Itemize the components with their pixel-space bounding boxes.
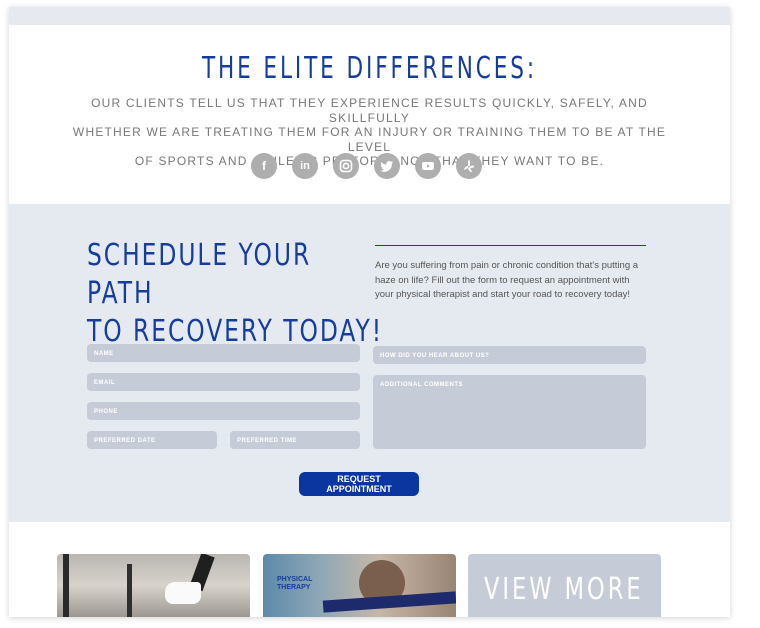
schedule-heading-line: SCHEDULE YOUR PATH [87,238,312,311]
linkedin-icon[interactable]: in [292,153,318,179]
request-appointment-button[interactable]: REQUEST APPOINTMENT [299,472,419,496]
page-card: THE ELITE DIFFERENCES: OUR CLIENTS TELL … [9,7,730,617]
preferred-time-field[interactable]: PREFERRED TIME [230,431,360,449]
schedule-section: SCHEDULE YOUR PATH TO RECOVERY TODAY! Ar… [9,204,730,522]
view-more-label: VIEW MORE [484,572,644,607]
physical-therapy-sign: PHYSICAL THERAPY [277,576,312,592]
divider-rule [375,245,646,246]
instagram-icon[interactable] [333,153,359,179]
section-title: THE ELITE DIFFERENCES: [201,51,538,86]
gallery-tile-physical-therapy[interactable]: PHYSICAL THERAPY [263,554,456,617]
sneaker-image-part [165,582,201,604]
subtitle-line: OUR CLIENTS TELL US THAT THEY EXPERIENCE… [91,96,648,125]
sign-line: THERAPY [277,584,311,591]
phone-field[interactable]: PHONE [87,402,360,420]
facebook-icon[interactable]: f [251,153,277,179]
name-field[interactable]: NAME [87,344,360,362]
schedule-description: Are you suffering from pain or chronic c… [375,260,639,300]
preferred-date-field[interactable]: PREFERRED DATE [87,431,217,449]
schedule-heading: SCHEDULE YOUR PATH TO RECOVERY TODAY! [87,237,383,351]
youtube-icon[interactable] [415,153,441,179]
youtube-glyph [422,162,434,170]
instagram-glyph [339,159,353,173]
linkedin-glyph: in [300,160,310,172]
social-links: f in [251,153,482,179]
gallery-section: PHYSICAL THERAPY VIEW MORE [9,522,730,617]
subtitle-line: WHETHER WE ARE TREATING THEM FOR AN INJU… [72,125,667,154]
facebook-glyph: f [262,159,266,173]
twitter-glyph [380,160,393,172]
yelp-glyph [463,160,475,173]
sign-line: PHYSICAL [277,576,313,583]
view-more-tile[interactable]: VIEW MORE [468,554,661,617]
yelp-icon[interactable] [456,153,482,179]
twitter-icon[interactable] [374,153,400,179]
comments-field[interactable]: ADDITIONAL COMMENTS [373,375,646,449]
email-field[interactable]: EMAIL [87,373,360,391]
gym-machine-image-part [63,554,69,617]
heard-about-field[interactable]: HOW DID YOU HEAR ABOUT US? [373,346,646,364]
gallery-tile-training[interactable] [57,554,250,617]
top-strip [9,7,730,25]
gym-machine-image-part [127,564,132,617]
